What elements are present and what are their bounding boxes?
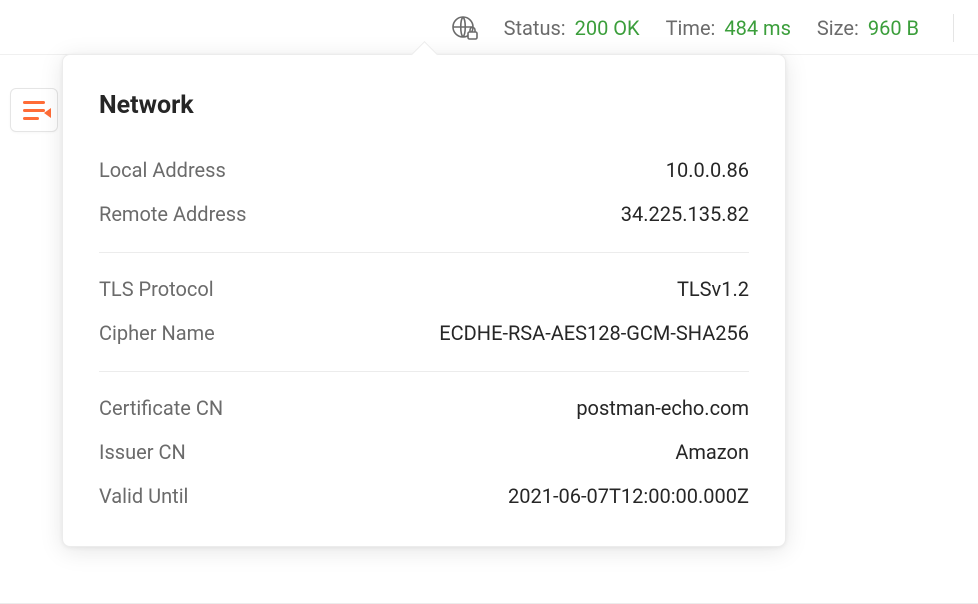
row-value: 2021-06-07T12:00:00.000Z <box>508 484 749 508</box>
row-label: Cipher Name <box>99 321 215 345</box>
lines-icon <box>23 101 45 120</box>
row-tls-protocol: TLS Protocol TLSv1.2 <box>99 267 749 311</box>
divider <box>99 252 749 253</box>
time-value[interactable]: 484 ms <box>724 16 791 40</box>
row-value: Amazon <box>675 440 749 464</box>
network-section-cert: Certificate CN postman-echo.com Issuer C… <box>99 386 749 518</box>
network-popover: Network Local Address 10.0.0.86 Remote A… <box>62 54 786 547</box>
row-value: postman-echo.com <box>576 396 749 420</box>
row-label: TLS Protocol <box>99 277 214 301</box>
row-local-address: Local Address 10.0.0.86 <box>99 148 749 192</box>
status-value[interactable]: 200 OK <box>575 16 640 40</box>
row-value: TLSv1.2 <box>677 277 749 301</box>
row-label: Certificate CN <box>99 396 223 420</box>
size-label: Size: <box>817 16 859 40</box>
row-valid-until: Valid Until 2021-06-07T12:00:00.000Z <box>99 474 749 518</box>
row-cipher-name: Cipher Name ECDHE-RSA-AES128-GCM-SHA256 <box>99 311 749 355</box>
row-label: Remote Address <box>99 202 246 226</box>
status-stat: Status: 200 OK <box>504 16 640 40</box>
row-value: ECDHE-RSA-AES128-GCM-SHA256 <box>439 321 749 345</box>
row-value: 34.225.135.82 <box>621 202 749 226</box>
network-section-addresses: Local Address 10.0.0.86 Remote Address 3… <box>99 148 749 236</box>
row-certificate-cn: Certificate CN postman-echo.com <box>99 386 749 430</box>
vertical-separator <box>953 14 954 42</box>
row-value: 10.0.0.86 <box>666 158 749 182</box>
toggle-sidebar-button[interactable] <box>10 88 58 132</box>
row-issuer-cn: Issuer CN Amazon <box>99 430 749 474</box>
divider <box>99 371 749 372</box>
status-label: Status: <box>504 16 566 40</box>
time-label: Time: <box>666 16 716 40</box>
size-stat: Size: 960 B <box>817 16 919 40</box>
status-bar: Status: 200 OK Time: 484 ms Size: 960 B <box>0 0 978 55</box>
size-value[interactable]: 960 B <box>868 16 919 40</box>
row-label: Valid Until <box>99 484 188 508</box>
row-label: Issuer CN <box>99 440 186 464</box>
row-remote-address: Remote Address 34.225.135.82 <box>99 192 749 236</box>
globe-lock-icon[interactable] <box>450 14 478 42</box>
popover-title: Network <box>99 91 749 120</box>
network-section-tls: TLS Protocol TLSv1.2 Cipher Name ECDHE-R… <box>99 267 749 355</box>
time-stat: Time: 484 ms <box>666 16 791 40</box>
row-label: Local Address <box>99 158 226 182</box>
